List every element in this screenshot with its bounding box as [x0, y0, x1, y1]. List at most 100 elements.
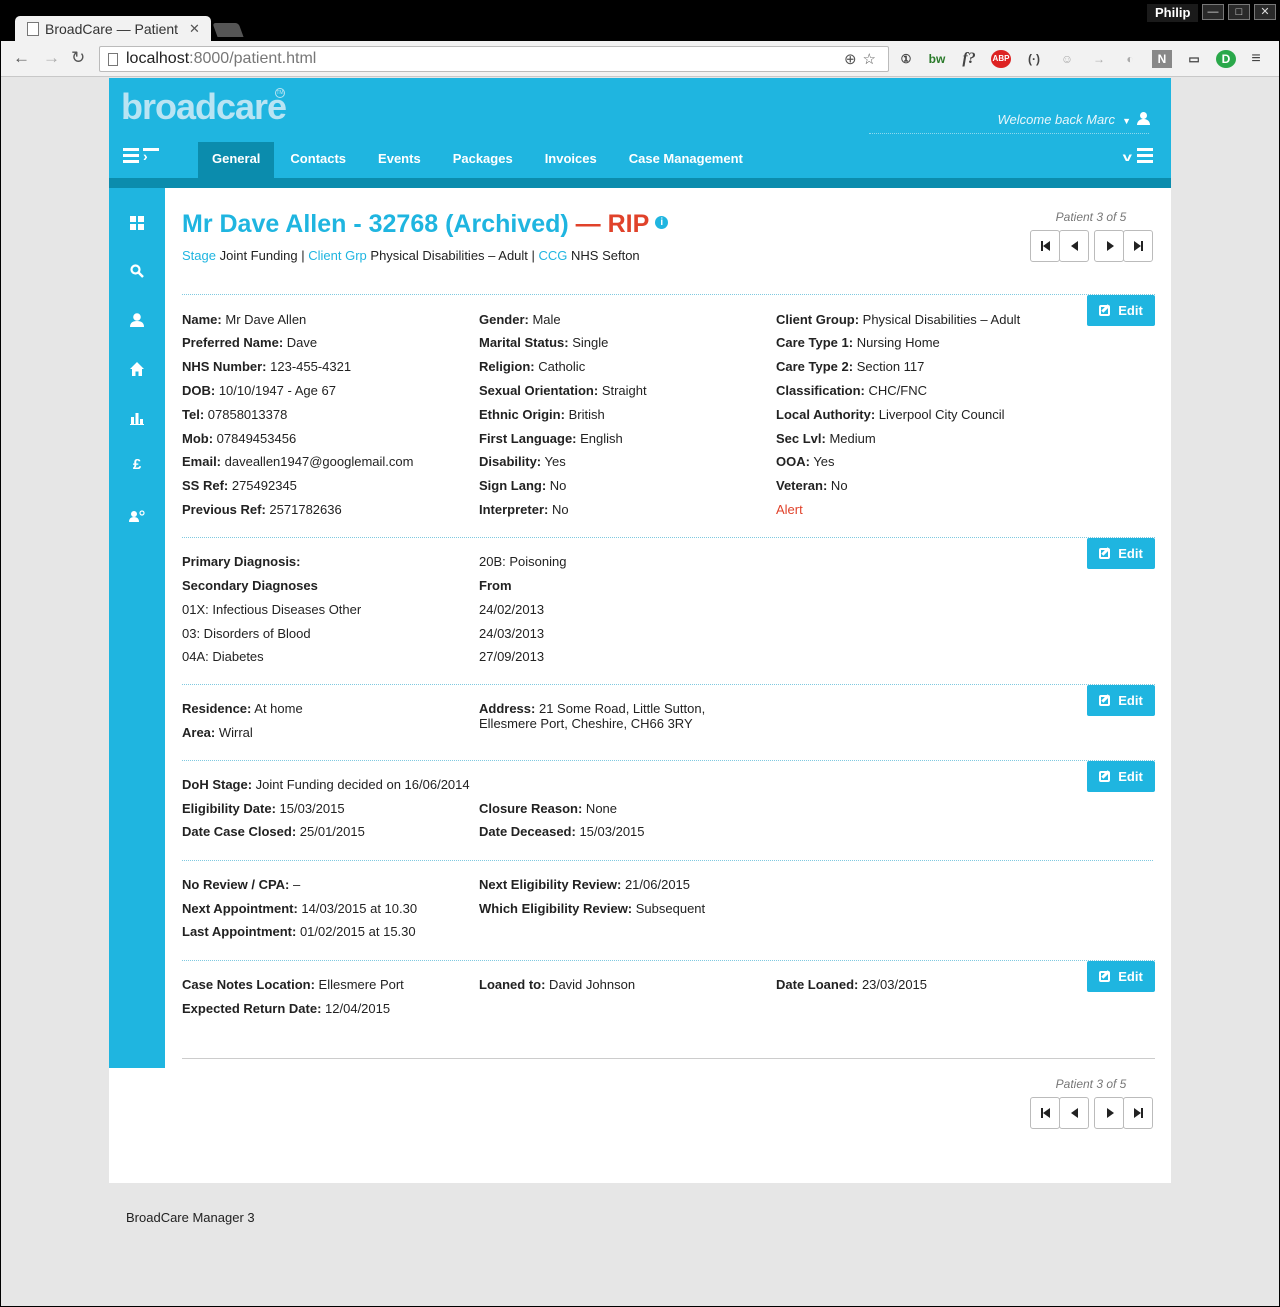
zoom-icon[interactable]: ⊕ — [844, 51, 863, 68]
sidebar-item-home[interactable] — [109, 362, 165, 379]
secondary-diagnosis: 03: Disorders of Blood — [182, 626, 311, 641]
edit-icon — [1099, 305, 1111, 316]
extension-circle-icon[interactable]: ◐ — [1120, 50, 1140, 68]
last-page-button[interactable] — [1123, 230, 1153, 262]
next-page-button[interactable] — [1094, 1097, 1124, 1129]
patient-title: Mr Dave Allen - 32768 (Archived) — [182, 210, 569, 238]
edit-personal-button[interactable]: Edit — [1087, 295, 1155, 326]
field-mob: Mob: 07849453456 — [182, 431, 297, 446]
sidebar-item-reports[interactable] — [109, 411, 165, 428]
page-favicon-icon — [27, 22, 39, 36]
main-nav: General Contacts Events Packages Invoice… — [198, 142, 759, 178]
alert-link[interactable]: Alert — [776, 502, 803, 517]
field-sec-lvl: Sec Lvl: Medium — [776, 431, 876, 446]
edit-icon — [1099, 548, 1111, 559]
browser-tab[interactable]: BroadCare — Patient ✕ — [15, 16, 211, 42]
prev-page-button[interactable] — [1059, 230, 1089, 262]
dashboard-icon — [130, 216, 144, 230]
cast-icon[interactable]: ▭ — [1184, 50, 1204, 68]
field-sexual-orientation: Sexual Orientation: Straight — [479, 383, 647, 398]
patient-summary-line: Stage Joint Funding | Client Grp Physica… — [182, 248, 640, 263]
page-icon — [108, 52, 118, 66]
profile-button[interactable]: Philip — [1147, 4, 1199, 22]
address-bar[interactable]: localhost:8000/patient.html ⊕☆ — [99, 46, 889, 72]
field-next-eligibility-review: Next Eligibility Review: 21/06/2015 — [479, 877, 691, 892]
sidebar-item-search[interactable] — [109, 264, 165, 281]
maximize-button[interactable]: □ — [1228, 4, 1250, 20]
extension-n-icon[interactable]: N — [1152, 50, 1172, 68]
field-classification: Classification: CHC/FNC — [776, 383, 927, 398]
prev-page-button[interactable] — [1059, 1097, 1089, 1129]
minimize-button[interactable]: — — [1202, 4, 1224, 20]
field-residence: Residence: At home — [182, 701, 303, 716]
last-page-button[interactable] — [1123, 1097, 1153, 1129]
browser-window: BroadCare — Patient ✕ Philip — □ ✕ ← → ↻… — [1, 1, 1279, 1306]
field-ethnic-origin: Ethnic Origin: British — [479, 407, 605, 422]
forward-icon[interactable]: → — [43, 49, 60, 67]
welcome-text[interactable]: Welcome back Marc — [997, 112, 1115, 127]
page-title: Mr Dave Allen - 32768 (Archived) — RIP i — [182, 210, 669, 239]
sidebar-toggle-icon[interactable]: › — [123, 148, 159, 164]
field-date-case-closed: Date Case Closed: 25/01/2015 — [182, 824, 365, 839]
extension-d-icon[interactable]: D — [1216, 50, 1236, 68]
next-page-button[interactable] — [1094, 230, 1124, 262]
tab-close-icon[interactable]: ✕ — [189, 21, 200, 37]
extension-arrow-icon[interactable]: → — [1089, 50, 1109, 68]
logo-mark: TM — [275, 88, 285, 98]
tab-case-management[interactable]: Case Management — [613, 142, 759, 178]
sidebar-item-patient[interactable] — [109, 313, 165, 330]
pager-top: Patient 3 of 5 — [1030, 210, 1156, 262]
field-which-eligibility-review: Which Eligibility Review: Subsequent — [479, 901, 706, 916]
edit-diagnosis-button[interactable]: Edit — [1087, 538, 1155, 569]
info-icon[interactable]: i — [655, 215, 669, 229]
user-icon[interactable] — [1137, 112, 1150, 126]
bookmark-star-icon[interactable]: ☆ — [863, 51, 882, 68]
reload-icon[interactable]: ↻ — [71, 49, 85, 67]
new-tab-button[interactable] — [212, 23, 244, 37]
first-page-button[interactable] — [1030, 230, 1060, 262]
first-page-button[interactable] — [1030, 1097, 1060, 1129]
tab-packages[interactable]: Packages — [437, 142, 529, 178]
stage-label[interactable]: Stage — [182, 248, 216, 263]
extension-ghost-icon[interactable]: ☺ — [1057, 50, 1077, 68]
personal-details-section: Edit Name: Mr Dave Allen Preferred Name:… — [182, 294, 1155, 537]
edit-residence-button[interactable]: Edit — [1087, 685, 1155, 716]
extension-bw-icon[interactable]: bw — [927, 50, 947, 68]
funding-section: Edit DoH Stage: Joint Funding decided on… — [182, 760, 1155, 860]
review-section: No Review / CPA: – Next Appointment: 14/… — [182, 860, 1153, 960]
extension-1password-icon[interactable]: ① — [896, 50, 916, 68]
tab-events[interactable]: Events — [362, 142, 437, 178]
chevron-down-icon[interactable]: v — [1123, 150, 1132, 164]
field-interpreter: Interpreter: No — [479, 502, 569, 517]
bar-chart-icon — [130, 413, 144, 425]
field-ss-ref: SS Ref: 275492345 — [182, 478, 297, 493]
tab-title: BroadCare — Patient — [45, 21, 179, 37]
tab-general[interactable]: General — [198, 142, 275, 178]
chrome-menu-icon[interactable]: ≡ — [1246, 50, 1266, 68]
field-preferred-name: Preferred Name: Dave — [182, 335, 318, 350]
field-previous-ref: Previous Ref: 2571782636 — [182, 502, 342, 517]
adblock-icon[interactable]: ABP — [991, 50, 1011, 68]
edit-case-notes-button[interactable]: Edit — [1087, 961, 1155, 992]
rip-status: — RIP — [568, 210, 650, 238]
case-notes-section: Edit Case Notes Location: Ellesmere Port… — [182, 960, 1155, 1050]
caret-down-icon[interactable]: ▼ — [1122, 116, 1131, 126]
close-window-button[interactable]: ✕ — [1254, 4, 1276, 20]
broadcare-logo[interactable]: broadcare — [121, 86, 287, 128]
tab-invoices[interactable]: Invoices — [529, 142, 613, 178]
client-grp-label[interactable]: Client Grp — [308, 248, 367, 263]
edit-funding-button[interactable]: Edit — [1087, 761, 1155, 792]
ccg-label[interactable]: CCG — [539, 248, 568, 263]
field-doh-stage: DoH Stage: Joint Funding decided on 16/0… — [182, 777, 470, 792]
sidebar-item-user-settings[interactable] — [109, 509, 165, 525]
browser-toolbar: ← → ↻ localhost:8000/patient.html ⊕☆ ① b… — [1, 41, 1279, 77]
back-icon[interactable]: ← — [13, 49, 30, 67]
field-loaned-to: Loaned to: David Johnson — [479, 977, 636, 992]
menu-bars-icon[interactable] — [1137, 148, 1153, 166]
tab-contacts[interactable]: Contacts — [274, 142, 362, 178]
sidebar-item-dashboard[interactable] — [109, 216, 165, 233]
extension-fquery-icon[interactable]: f? — [959, 50, 979, 68]
extension-brackets-icon[interactable]: (·) — [1024, 50, 1044, 68]
sidebar-item-finance[interactable]: £ — [109, 456, 165, 473]
sidebar: £ — [109, 188, 165, 1068]
